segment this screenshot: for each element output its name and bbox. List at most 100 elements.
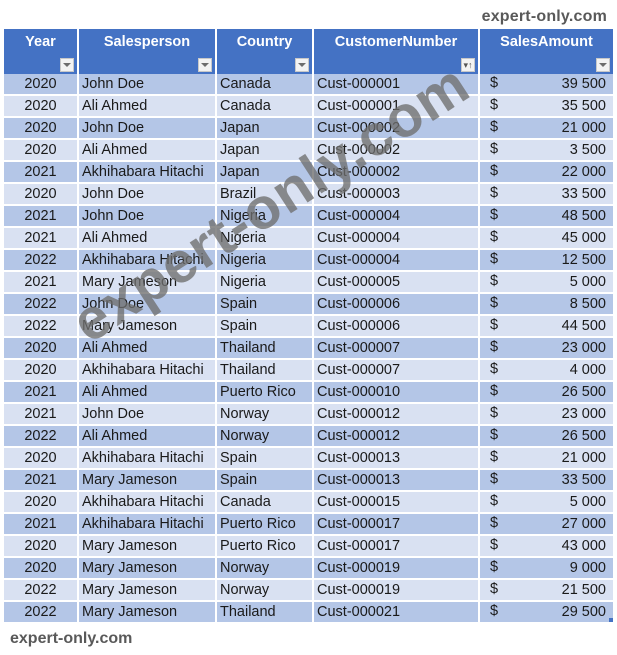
cell-year[interactable]: 2021 xyxy=(4,469,79,492)
cell-salesperson[interactable]: Mary Jameson xyxy=(78,315,217,338)
cell-salesperson[interactable]: Mary Jameson xyxy=(78,469,217,492)
cell-customer-number[interactable]: Cust-000006 xyxy=(313,293,480,316)
cell-year[interactable]: 2020 xyxy=(4,337,79,360)
cell-customer-number[interactable]: Cust-000013 xyxy=(313,469,480,492)
cell-customer-number[interactable]: Cust-000019 xyxy=(313,557,480,580)
cell-salesperson[interactable]: Ali Ahmed xyxy=(78,139,217,162)
cell-year[interactable]: 2020 xyxy=(4,139,79,162)
cell-country[interactable]: Brazil xyxy=(216,183,314,206)
cell-country[interactable]: Canada xyxy=(216,95,314,118)
cell-country[interactable]: Norway xyxy=(216,425,314,448)
cell-sales-amount[interactable]: $26 500 xyxy=(479,381,613,404)
cell-customer-number[interactable]: Cust-000007 xyxy=(313,337,480,360)
cell-salesperson[interactable]: Ali Ahmed xyxy=(78,337,217,360)
cell-customer-number[interactable]: Cust-000001 xyxy=(313,95,480,118)
cell-sales-amount[interactable]: $12 500 xyxy=(479,249,613,272)
cell-country[interactable]: Norway xyxy=(216,557,314,580)
cell-salesperson[interactable]: John Doe xyxy=(78,74,217,96)
filter-dropdown-button[interactable] xyxy=(596,58,610,72)
cell-year[interactable]: 2021 xyxy=(4,513,79,536)
cell-salesperson[interactable]: John Doe xyxy=(78,183,217,206)
cell-salesperson[interactable]: Akhihabara Hitachi xyxy=(78,491,217,514)
cell-country[interactable]: Canada xyxy=(216,491,314,514)
filter-dropdown-button[interactable] xyxy=(198,58,212,72)
cell-salesperson[interactable]: Ali Ahmed xyxy=(78,227,217,250)
table-resize-handle[interactable] xyxy=(609,618,613,621)
cell-country[interactable]: Spain xyxy=(216,293,314,316)
cell-country[interactable]: Japan xyxy=(216,139,314,162)
cell-sales-amount[interactable]: $35 500 xyxy=(479,95,613,118)
cell-sales-amount[interactable]: $3 500 xyxy=(479,139,613,162)
cell-customer-number[interactable]: Cust-000002 xyxy=(313,161,480,184)
cell-salesperson[interactable]: Mary Jameson xyxy=(78,271,217,294)
cell-year[interactable]: 2022 xyxy=(4,293,79,316)
cell-customer-number[interactable]: Cust-000012 xyxy=(313,425,480,448)
cell-customer-number[interactable]: Cust-000004 xyxy=(313,227,480,250)
cell-salesperson[interactable]: Ali Ahmed xyxy=(78,381,217,404)
cell-year[interactable]: 2020 xyxy=(4,183,79,206)
cell-customer-number[interactable]: Cust-000010 xyxy=(313,381,480,404)
filter-dropdown-button[interactable] xyxy=(295,58,309,72)
cell-sales-amount[interactable]: $33 500 xyxy=(479,469,613,492)
cell-year[interactable]: 2020 xyxy=(4,557,79,580)
cell-country[interactable]: Nigeria xyxy=(216,227,314,250)
cell-salesperson[interactable]: Akhihabara Hitachi xyxy=(78,359,217,382)
cell-salesperson[interactable]: Mary Jameson xyxy=(78,601,217,624)
cell-year[interactable]: 2022 xyxy=(4,249,79,272)
cell-year[interactable]: 2021 xyxy=(4,205,79,228)
cell-year[interactable]: 2022 xyxy=(4,315,79,338)
cell-year[interactable]: 2020 xyxy=(4,117,79,140)
cell-sales-amount[interactable]: $9 000 xyxy=(479,557,613,580)
cell-salesperson[interactable]: John Doe xyxy=(78,403,217,426)
cell-sales-amount[interactable]: $43 000 xyxy=(479,535,613,558)
cell-sales-amount[interactable]: $4 000 xyxy=(479,359,613,382)
cell-country[interactable]: Spain xyxy=(216,469,314,492)
cell-sales-amount[interactable]: $21 000 xyxy=(479,447,613,470)
cell-customer-number[interactable]: Cust-000002 xyxy=(313,139,480,162)
cell-customer-number[interactable]: Cust-000001 xyxy=(313,74,480,96)
cell-year[interactable]: 2020 xyxy=(4,535,79,558)
cell-country[interactable]: Norway xyxy=(216,403,314,426)
cell-salesperson[interactable]: John Doe xyxy=(78,117,217,140)
cell-country[interactable]: Japan xyxy=(216,117,314,140)
sort-filter-button[interactable]: ▾↑ xyxy=(461,58,475,72)
cell-salesperson[interactable]: Akhihabara Hitachi xyxy=(78,513,217,536)
cell-year[interactable]: 2020 xyxy=(4,491,79,514)
cell-salesperson[interactable]: Akhihabara Hitachi xyxy=(78,249,217,272)
cell-customer-number[interactable]: Cust-000004 xyxy=(313,205,480,228)
cell-country[interactable]: Puerto Rico xyxy=(216,535,314,558)
cell-salesperson[interactable]: Akhihabara Hitachi xyxy=(78,161,217,184)
cell-country[interactable]: Nigeria xyxy=(216,205,314,228)
cell-sales-amount[interactable]: $21 500 xyxy=(479,579,613,602)
cell-year[interactable]: 2021 xyxy=(4,271,79,294)
cell-year[interactable]: 2022 xyxy=(4,601,79,624)
cell-year[interactable]: 2020 xyxy=(4,359,79,382)
cell-customer-number[interactable]: Cust-000017 xyxy=(313,535,480,558)
cell-year[interactable]: 2022 xyxy=(4,425,79,448)
cell-salesperson[interactable]: Mary Jameson xyxy=(78,535,217,558)
cell-salesperson[interactable]: Ali Ahmed xyxy=(78,425,217,448)
cell-sales-amount[interactable]: $39 500 xyxy=(479,74,613,96)
cell-sales-amount[interactable]: $8 500 xyxy=(479,293,613,316)
cell-sales-amount[interactable]: $29 500 xyxy=(479,601,613,624)
cell-customer-number[interactable]: Cust-000004 xyxy=(313,249,480,272)
cell-country[interactable]: Spain xyxy=(216,447,314,470)
cell-customer-number[interactable]: Cust-000002 xyxy=(313,117,480,140)
cell-customer-number[interactable]: Cust-000005 xyxy=(313,271,480,294)
cell-customer-number[interactable]: Cust-000015 xyxy=(313,491,480,514)
cell-salesperson[interactable]: Ali Ahmed xyxy=(78,95,217,118)
cell-sales-amount[interactable]: $26 500 xyxy=(479,425,613,448)
cell-country[interactable]: Nigeria xyxy=(216,271,314,294)
cell-sales-amount[interactable]: $23 000 xyxy=(479,337,613,360)
cell-country[interactable]: Norway xyxy=(216,579,314,602)
cell-customer-number[interactable]: Cust-000019 xyxy=(313,579,480,602)
cell-sales-amount[interactable]: $27 000 xyxy=(479,513,613,536)
cell-customer-number[interactable]: Cust-000013 xyxy=(313,447,480,470)
cell-country[interactable]: Puerto Rico xyxy=(216,381,314,404)
cell-country[interactable]: Canada xyxy=(216,74,314,96)
cell-sales-amount[interactable]: $22 000 xyxy=(479,161,613,184)
cell-year[interactable]: 2020 xyxy=(4,74,79,96)
cell-sales-amount[interactable]: $48 500 xyxy=(479,205,613,228)
cell-year[interactable]: 2020 xyxy=(4,95,79,118)
cell-country[interactable]: Thailand xyxy=(216,359,314,382)
